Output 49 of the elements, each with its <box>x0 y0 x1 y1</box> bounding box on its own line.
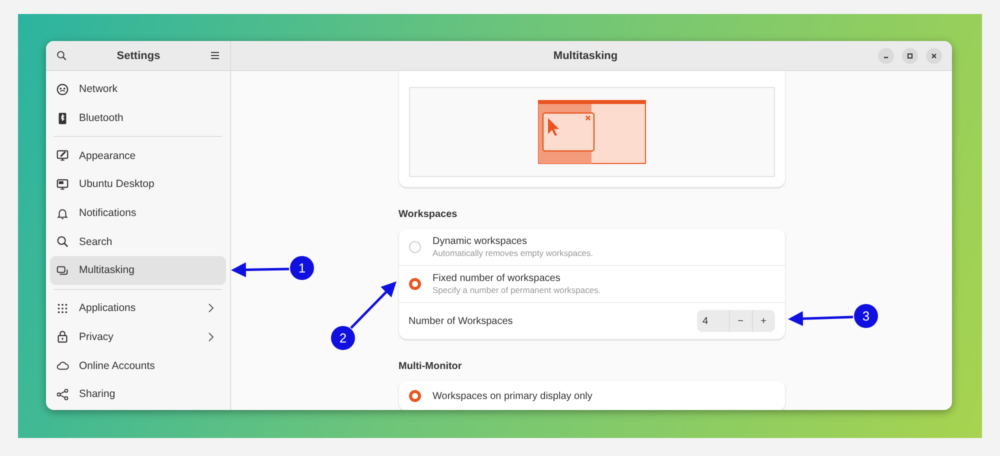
windows-icon <box>56 264 69 277</box>
sidebar-item[interactable]: Applications <box>50 294 226 322</box>
section-heading: Multi-Monitor <box>398 361 463 372</box>
sidebar-item[interactable]: Multitasking <box>50 256 226 285</box>
maximize-button[interactable] <box>902 48 918 64</box>
annotation-arrow <box>231 262 290 278</box>
annotation-badge: 2 <box>331 326 355 350</box>
share-icon <box>56 388 69 401</box>
appearance-icon <box>56 149 69 162</box>
option-description: Specify a number of permanent workspaces. <box>432 285 601 295</box>
cloud-icon <box>56 359 69 372</box>
increment-button[interactable]: + <box>752 310 774 332</box>
maximize-icon <box>906 52 914 60</box>
close-icon <box>930 52 938 60</box>
grid-icon <box>56 302 69 315</box>
section-heading: Workspaces <box>398 209 458 220</box>
bell-icon <box>56 206 69 220</box>
option-label: Workspaces on primary display only <box>432 390 592 402</box>
sidebar-item[interactable]: Online Accounts <box>50 351 226 380</box>
value-field[interactable]: 4 <box>696 310 730 332</box>
radio-button[interactable] <box>408 278 420 290</box>
radio-button[interactable] <box>408 390 420 402</box>
sidebar-item[interactable]: Privacy <box>50 322 226 352</box>
annotation-badge: 1 <box>290 256 314 280</box>
annotation-arrow <box>350 281 396 329</box>
option-label: Fixed number of workspaces <box>432 273 562 284</box>
radio-button[interactable] <box>408 241 420 253</box>
sidebar-item[interactable]: Notifications <box>50 198 226 228</box>
option-description: Automatically removes empty workspaces. <box>432 248 594 258</box>
menu-icon[interactable] <box>210 51 220 60</box>
sidebar-item[interactable]: Search <box>50 227 226 256</box>
window-title: Multitasking <box>552 50 619 62</box>
option-label: Dynamic workspaces <box>432 236 528 247</box>
annotation-arrow <box>788 311 854 326</box>
search-icon <box>56 235 69 248</box>
close-button[interactable] <box>926 48 942 64</box>
sidebar-item[interactable]: Bluetooth <box>50 104 226 132</box>
sidebar-item[interactable]: Appearance <box>50 141 226 170</box>
search-icon[interactable] <box>56 50 67 61</box>
desktop-icon <box>56 178 69 191</box>
lock-icon <box>56 330 69 344</box>
sidebar-title: Settings <box>116 50 162 62</box>
bluetooth-icon <box>56 112 69 125</box>
sidebar-item[interactable]: Network <box>50 75 226 104</box>
decrement-button[interactable]: − <box>730 310 752 332</box>
sidebar-item[interactable]: Sharing <box>50 380 226 409</box>
annotation-badge: 3 <box>854 304 878 328</box>
option-label: Number of Workspaces <box>408 316 514 326</box>
sidebar-item[interactable]: Ubuntu Desktop <box>50 170 226 199</box>
